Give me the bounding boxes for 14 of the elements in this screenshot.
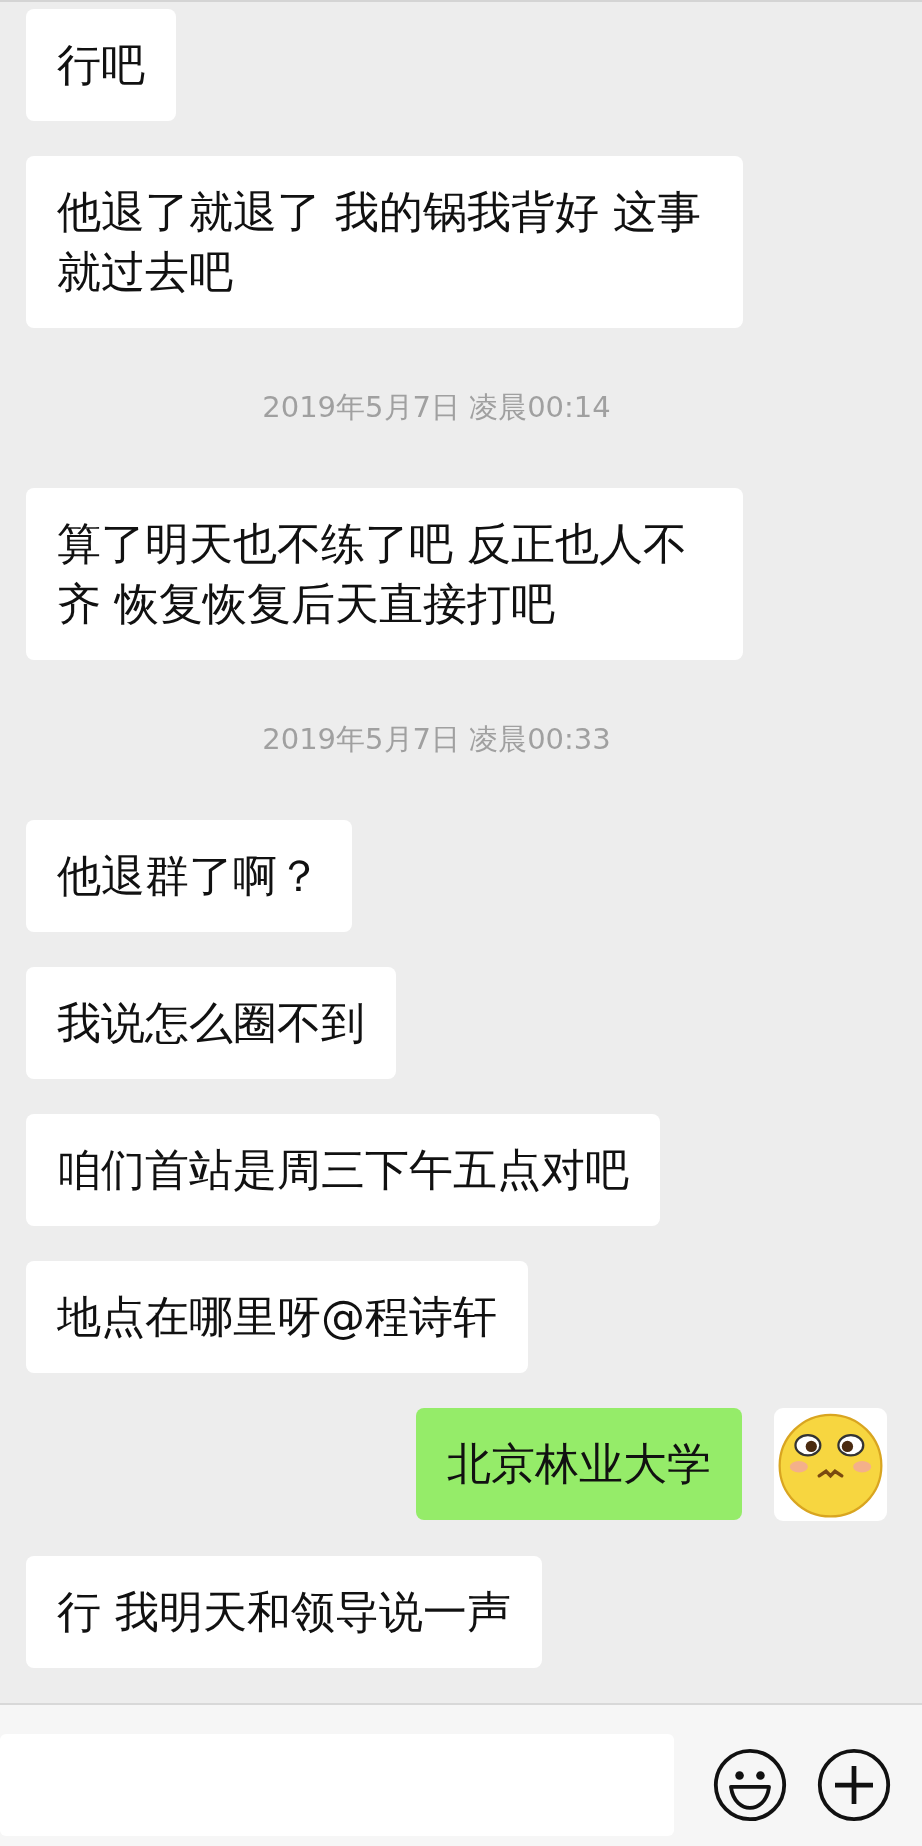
- message-bubble: 我说怎么圈不到: [26, 967, 396, 1079]
- timestamp: 2019年5月7日 凌晨00:33: [262, 721, 611, 758]
- emoji-icon[interactable]: [712, 1747, 788, 1823]
- message-bubble: 行 我明天和领导说一声: [26, 1556, 542, 1668]
- message-bubble: 北京林业大学: [416, 1408, 742, 1520]
- timestamp: 2019年5月7日 凌晨00:14: [262, 389, 611, 426]
- plus-icon[interactable]: [816, 1747, 892, 1823]
- message-bubble: 他退群了啊？: [26, 820, 352, 932]
- emoji-avatar-icon: [774, 1408, 887, 1521]
- message-bubble: 行吧: [26, 9, 176, 121]
- message-bubble: 他退了就退了 我的锅我背好 这事就过去吧: [26, 156, 743, 328]
- message-bubble: 地点在哪里呀@程诗轩: [26, 1261, 528, 1373]
- message-bubble: 算了明天也不练了吧 反正也人不齐 恢复恢复后天直接打吧: [26, 488, 743, 660]
- message-bubble: 咱们首站是周三下午五点对吧: [26, 1114, 660, 1226]
